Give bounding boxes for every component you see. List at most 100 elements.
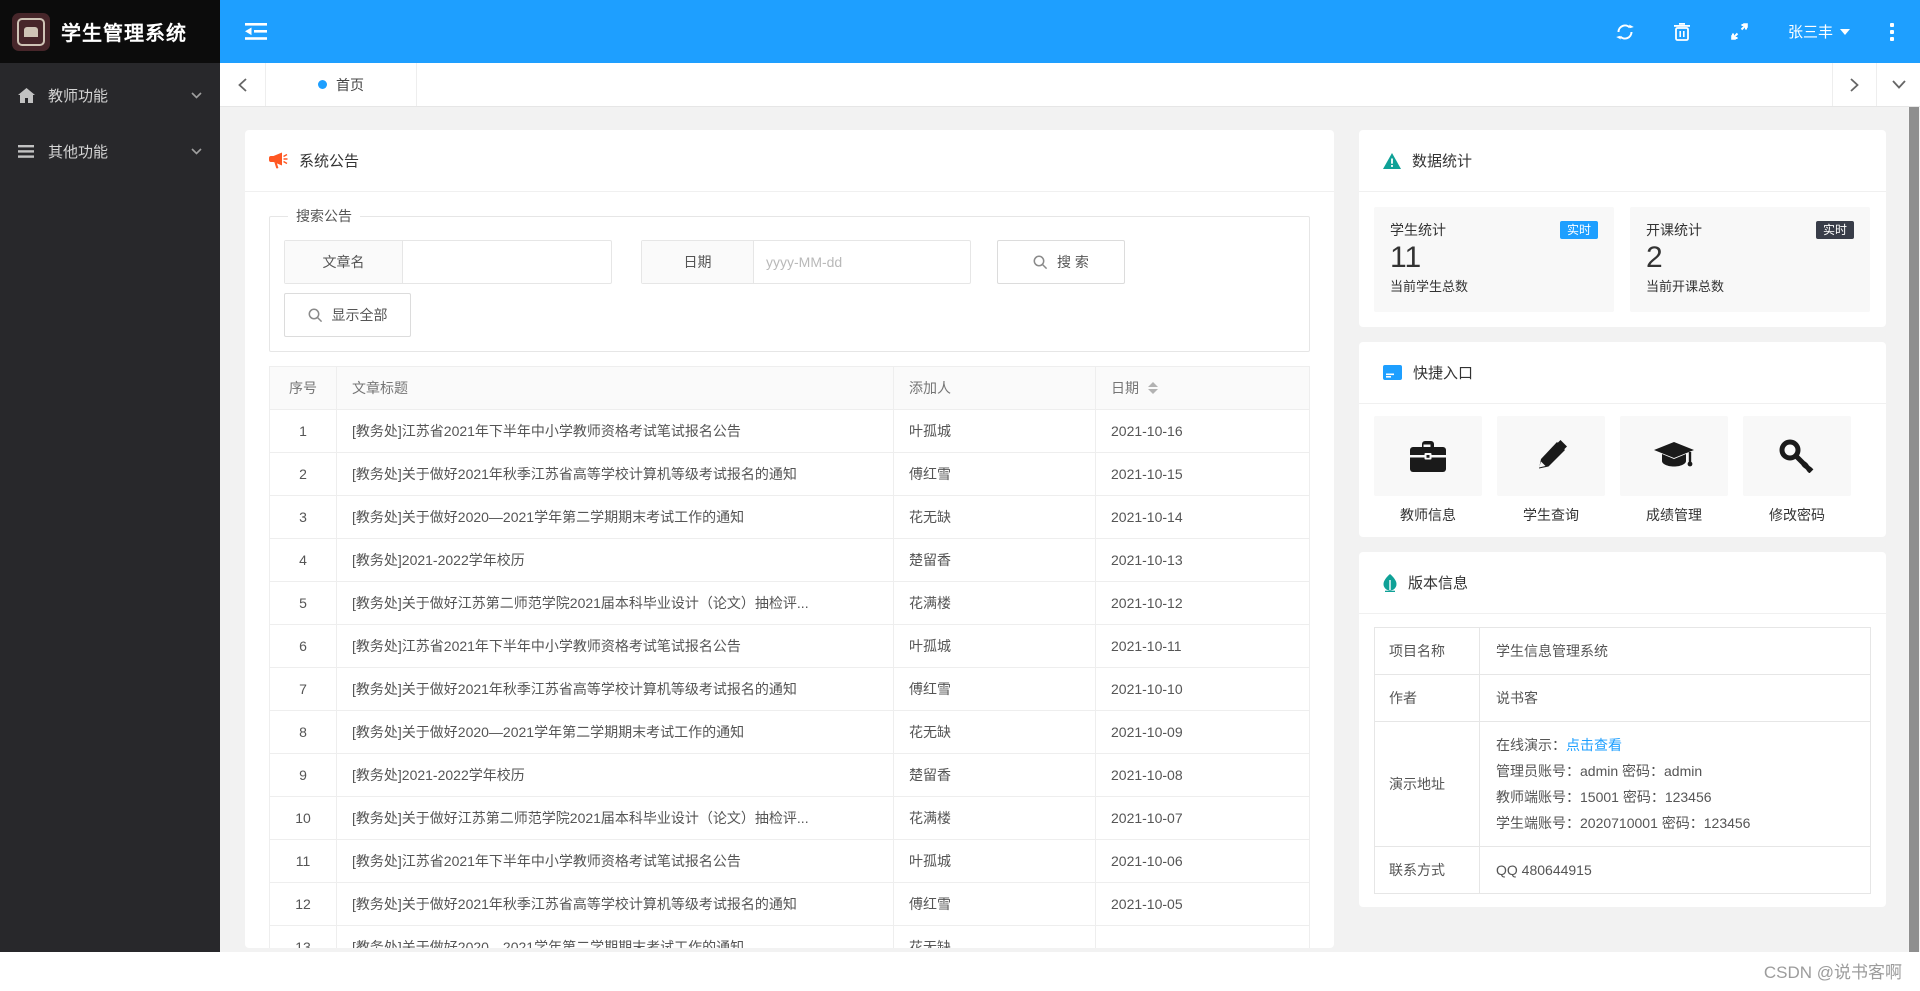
stats-card-header: 数据统计 [1359, 130, 1886, 192]
cell-author: 楚留香 [894, 539, 1096, 581]
shortcut-grade-management[interactable]: 成绩管理 [1620, 416, 1728, 525]
cell-no: 13 [270, 926, 337, 948]
cell-date: 2021-10-05 [1111, 896, 1183, 912]
table-row: 9 [教务处]2021-2022学年校历 楚留香 2021-10-08 [270, 754, 1309, 797]
tab-home[interactable]: 首页 [266, 63, 417, 106]
topbar-actions: 张三丰 [1597, 0, 1920, 63]
cell-title: [教务处]关于做好2021年秋季江苏省高等学校计算机等级考试报名的通知 [337, 453, 894, 495]
stat-value: 11 [1390, 241, 1422, 274]
demo-line-4: 学生端账号：2020710001 密码：123456 [1496, 815, 1751, 831]
briefcase-icon [1410, 440, 1446, 472]
cell-author: 花满楼 [894, 797, 1096, 839]
cell-no: 3 [270, 496, 337, 538]
search-button[interactable]: 搜 索 [997, 240, 1125, 284]
caret-down-icon [1840, 28, 1850, 35]
version-row-author: 作者 说书客 [1375, 675, 1870, 722]
trash-icon[interactable] [1654, 0, 1711, 63]
table-row: 13 [教务处]关于做好2020—2021学年第二学期期末考试工作的通知 花无缺 [270, 926, 1309, 948]
cell-title: [教务处]关于做好2020—2021学年第二学期期末考试工作的通知 [337, 926, 894, 948]
shortcut-teacher-info[interactable]: 教师信息 [1374, 416, 1482, 525]
cell-author: 楚留香 [894, 754, 1096, 796]
tab-scroll-left-icon[interactable] [220, 63, 266, 106]
cell-no: 5 [270, 582, 337, 624]
article-name-label: 文章名 [285, 241, 403, 283]
cell-author: 花无缺 [894, 926, 1096, 948]
date-label: 日期 [642, 241, 754, 283]
cell-date: 2021-10-09 [1111, 724, 1183, 740]
announcement-table-header: 序号 文章标题 添加人 日期 [270, 367, 1309, 410]
demo-link[interactable]: 点击查看 [1566, 737, 1622, 753]
more-options-icon[interactable] [1870, 22, 1914, 41]
stat-caption: 当前学生总数 [1390, 278, 1469, 294]
sidebar-item-teacher-functions[interactable]: 教师功能 [0, 67, 220, 123]
app-title: 学生管理系统 [61, 23, 187, 45]
announcement-table: 序号 文章标题 添加人 日期 1 [教务处]江苏省2021年下半年中小学教师资格… [269, 366, 1310, 948]
demo-line-3: 教师端账号：15001 密码：123456 [1496, 789, 1712, 805]
cell-no: 6 [270, 625, 337, 667]
cell-author: 花无缺 [894, 711, 1096, 753]
announcement-search-box: 搜索公告 文章名 日期 搜 索 [269, 206, 1310, 352]
cell-author: 叶孤城 [894, 410, 1096, 452]
quill-icon [1383, 573, 1397, 592]
scrollbar-thumb[interactable] [1909, 107, 1919, 952]
announcement-card-header: 系统公告 [245, 130, 1334, 192]
cell-title: [教务处]关于做好2021年秋季江苏省高等学校计算机等级考试报名的通知 [337, 883, 894, 925]
tabbar: 首页 [220, 63, 1920, 107]
home-icon [18, 87, 35, 103]
version-row-demo: 演示地址 在线演示：点击查看 管理员账号：admin 密码：admin 教师端账… [1375, 722, 1870, 847]
stats-body: 学生统计 实时 11 当前学生总数 开课统计 实时 2 当前开课总数 [1359, 192, 1886, 327]
realtime-badge: 实时 [1559, 221, 1598, 239]
chevron-down-icon [191, 147, 202, 155]
sidebar-item-label: 教师功能 [48, 87, 109, 105]
date-input[interactable] [754, 241, 970, 283]
refresh-icon[interactable] [1597, 0, 1654, 63]
version-card: 版本信息 项目名称 学生信息管理系统 作者 说书客 演示地址 在线演示：点击查看… [1359, 552, 1886, 907]
cell-no: 7 [270, 668, 337, 710]
shortcut-label: 教师信息 [1400, 507, 1456, 523]
date-group: 日期 [641, 240, 971, 284]
announcement-card-body: 搜索公告 文章名 日期 搜 索 [245, 192, 1334, 948]
table-row: 7 [教务处]关于做好2021年秋季江苏省高等学校计算机等级考试报名的通知 傅红… [270, 668, 1309, 711]
fullscreen-icon[interactable] [1711, 0, 1768, 63]
shortcut-student-query[interactable]: 学生查询 [1497, 416, 1605, 525]
sort-icon[interactable] [1148, 382, 1158, 394]
show-all-button[interactable]: 显示全部 [284, 293, 411, 337]
tab-menu-chevron-icon[interactable] [1876, 63, 1920, 106]
stats-card-title: 数据统计 [1412, 153, 1473, 170]
announcement-card-title: 系统公告 [299, 153, 360, 170]
user-menu[interactable]: 张三丰 [1768, 0, 1870, 63]
sidebar-item-other-functions[interactable]: 其他功能 [0, 123, 220, 179]
table-row: 11 [教务处]江苏省2021年下半年中小学教师资格考试笔试报名公告 叶孤城 2… [270, 840, 1309, 883]
stat-label: 开课统计 [1646, 222, 1702, 238]
table-row: 3 [教务处]关于做好2020—2021学年第二学期期末考试工作的通知 花无缺 … [270, 496, 1309, 539]
sidebar-item-label: 其他功能 [48, 143, 109, 161]
graduation-cap-icon [1654, 440, 1694, 472]
stat-box-courses: 开课统计 实时 2 当前开课总数 [1630, 207, 1870, 312]
cell-title: [教务处]关于做好江苏第二师范学院2021届本科毕业设计（论文）抽检评... [337, 582, 894, 624]
cell-title: [教务处]江苏省2021年下半年中小学教师资格考试笔试报名公告 [337, 625, 894, 667]
table-row: 12 [教务处]关于做好2021年秋季江苏省高等学校计算机等级考试报名的通知 傅… [270, 883, 1309, 926]
cell-no: 2 [270, 453, 337, 495]
sidebar-menu: 教师功能 其他功能 [0, 63, 220, 179]
main-content: 系统公告 搜索公告 文章名 日期 yyyy-MM-dd 搜 索 显示全部 序号 … [220, 107, 1920, 952]
active-tab-dot [318, 80, 327, 89]
cell-no: 12 [270, 883, 337, 925]
cell-author: 傅红雪 [894, 883, 1096, 925]
tab-scroll-right-icon[interactable] [1832, 63, 1876, 106]
sidebar: 学生管理系统 教师功能 其他功能 [0, 0, 220, 952]
cell-title: [教务处]关于做好2021年秋季江苏省高等学校计算机等级考试报名的通知 [337, 668, 894, 710]
version-row-label: 演示地址 [1375, 722, 1480, 846]
table-row: 5 [教务处]关于做好江苏第二师范学院2021届本科毕业设计（论文）抽检评...… [270, 582, 1309, 625]
cell-date: 2021-10-16 [1111, 423, 1183, 439]
cell-title: [教务处]关于做好2020—2021学年第二学期期末考试工作的通知 [337, 496, 894, 538]
sidebar-collapse-icon[interactable] [245, 23, 267, 40]
cell-no: 11 [270, 840, 337, 882]
shortcut-change-password[interactable]: 修改密码 [1743, 416, 1851, 525]
cell-title: [教务处]2021-2022学年校历 [337, 539, 894, 581]
stat-box-students: 学生统计 实时 11 当前学生总数 [1374, 207, 1614, 312]
table-row: 1 [教务处]江苏省2021年下半年中小学教师资格考试笔试报名公告 叶孤城 20… [270, 410, 1309, 453]
show-all-button-label: 显示全部 [331, 307, 388, 323]
version-table: 项目名称 学生信息管理系统 作者 说书客 演示地址 在线演示：点击查看 管理员账… [1374, 627, 1871, 894]
cell-author: 傅红雪 [894, 668, 1096, 710]
article-name-input[interactable] [403, 241, 611, 283]
